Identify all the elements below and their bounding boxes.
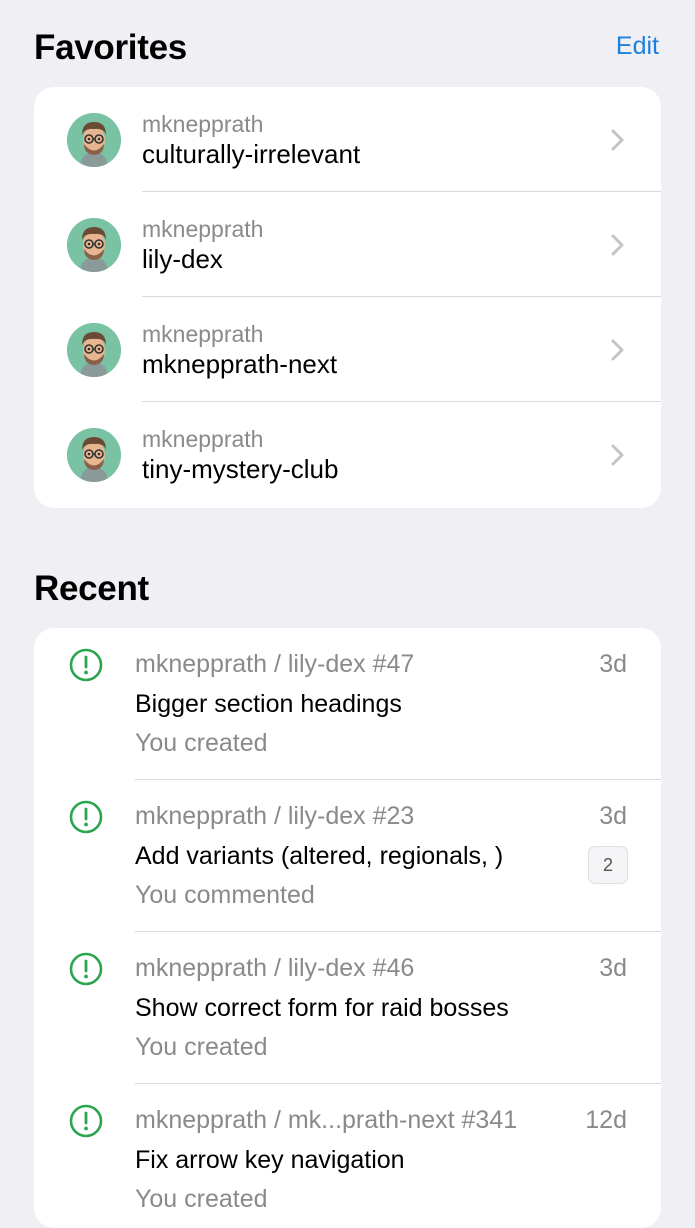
- memoji-avatar-icon: [67, 218, 121, 272]
- repo-name: mknepprath-next: [142, 349, 338, 379]
- recent-issue-row[interactable]: mknepprath / lily-dex #23 3d Add variant…: [34, 780, 661, 932]
- favorites-title: Favorites: [34, 28, 187, 67]
- issue-age: 3d: [599, 954, 627, 982]
- issue-opened-icon: [69, 800, 103, 834]
- repo-owner: mknepprath: [142, 111, 264, 137]
- issue-reference: mknepprath / mk...prath-next #341: [135, 1106, 518, 1134]
- favorite-repo-row[interactable]: mknepprath culturally-irrelevant: [34, 87, 661, 192]
- recent-issue-row[interactable]: mknepprath / lily-dex #47 3d Bigger sect…: [34, 628, 661, 780]
- issue-age: 3d: [599, 650, 627, 678]
- issue-opened-icon: [69, 952, 103, 986]
- issue-reference: mknepprath / lily-dex #23: [135, 802, 415, 830]
- repo-owner: mknepprath: [142, 426, 264, 452]
- issue-age: 3d: [599, 802, 627, 830]
- recent-issue-row[interactable]: mknepprath / mk...prath-next #341 12d Fi…: [34, 1084, 661, 1228]
- repo-name: lily-dex: [142, 244, 223, 274]
- repo-name: culturally-irrelevant: [142, 139, 361, 169]
- memoji-avatar-icon: [67, 113, 121, 167]
- issue-reference: mknepprath / lily-dex #46: [135, 954, 415, 982]
- memoji-avatar-icon: [67, 428, 121, 482]
- comment-count-badge: 2: [588, 846, 628, 884]
- favorite-repo-row[interactable]: mknepprath lily-dex: [34, 192, 661, 297]
- issue-opened-icon: [69, 648, 103, 682]
- favorite-repo-row[interactable]: mknepprath tiny-mystery-club: [34, 402, 661, 507]
- favorites-list: mknepprath culturally-irrelevant mkneppr…: [34, 87, 661, 508]
- recent-list: mknepprath / lily-dex #47 3d Bigger sect…: [34, 628, 661, 1228]
- issue-activity: You created: [135, 729, 268, 757]
- issue-activity: You commented: [135, 881, 315, 909]
- chevron-right-icon: [607, 442, 627, 468]
- issue-reference: mknepprath / lily-dex #47: [135, 650, 415, 678]
- repo-name: tiny-mystery-club: [142, 454, 339, 484]
- recent-title: Recent: [34, 569, 149, 608]
- repo-owner: mknepprath: [142, 321, 264, 347]
- edit-button[interactable]: Edit: [616, 32, 659, 61]
- issue-age: 12d: [585, 1106, 627, 1134]
- issue-title: Add variants (altered, regionals, ): [135, 842, 504, 870]
- memoji-avatar-icon: [67, 323, 121, 377]
- issue-title: Show correct form for raid bosses: [135, 994, 509, 1022]
- chevron-right-icon: [607, 127, 627, 153]
- issue-title: Fix arrow key navigation: [135, 1146, 405, 1174]
- favorite-repo-row[interactable]: mknepprath mknepprath-next: [34, 297, 661, 402]
- repo-owner: mknepprath: [142, 216, 264, 242]
- issue-opened-icon: [69, 1104, 103, 1138]
- issue-title: Bigger section headings: [135, 690, 402, 718]
- chevron-right-icon: [607, 232, 627, 258]
- chevron-right-icon: [607, 337, 627, 363]
- issue-activity: You created: [135, 1033, 268, 1061]
- recent-issue-row[interactable]: mknepprath / lily-dex #46 3d Show correc…: [34, 932, 661, 1084]
